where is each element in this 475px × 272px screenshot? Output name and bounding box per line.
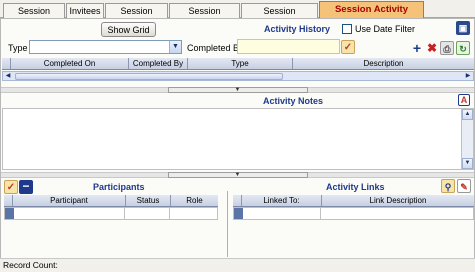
edit-link-icon[interactable]: ✎: [457, 179, 471, 193]
row-selector[interactable]: [5, 208, 14, 219]
row-selector-header: [4, 195, 13, 206]
links-new-row[interactable]: [233, 207, 474, 220]
tab-session-details[interactable]: Session Details: [3, 3, 65, 30]
tab-session-vendors[interactable]: Session Vendors: [105, 3, 168, 30]
use-date-filter-label: Use Date Filter: [355, 24, 416, 34]
remove-participant-icon[interactable]: −: [19, 180, 33, 194]
activity-history-title: Activity History: [264, 24, 331, 34]
completed-by-field[interactable]: [237, 39, 340, 54]
activity-grid-header: Completed On Completed By Type Descripti…: [2, 58, 474, 70]
col-linked-to[interactable]: Linked To:: [242, 195, 322, 206]
record-count-label: Record Count:: [3, 260, 58, 270]
participants-title: Participants: [93, 182, 145, 192]
activity-notes-title: Activity Notes: [263, 96, 324, 106]
col-participant[interactable]: Participant: [13, 195, 126, 206]
save-icon[interactable]: ▣: [456, 21, 470, 35]
row-selector-header: [2, 58, 11, 69]
participants-grid-header: Participant Status Role: [4, 195, 218, 207]
search-link-icon[interactable]: ⚲: [441, 179, 455, 193]
use-date-filter-checkbox[interactable]: [342, 24, 352, 34]
status-bar: Record Count:: [0, 258, 475, 272]
scroll-down-icon[interactable]: ▼: [462, 158, 473, 169]
col-completed-by[interactable]: Completed By: [129, 58, 188, 69]
tab-session-documents[interactable]: Session Documents: [241, 3, 318, 30]
cell-divider: [320, 208, 321, 219]
row-selector-header: [233, 195, 242, 206]
pin-participant-icon[interactable]: ✓: [4, 180, 18, 194]
type-select[interactable]: ▼: [29, 40, 182, 54]
activity-links-title: Activity Links: [326, 182, 385, 192]
add-icon[interactable]: +: [410, 41, 424, 55]
cell-divider: [124, 208, 125, 219]
col-completed-on[interactable]: Completed On: [11, 58, 129, 69]
splitter-top[interactable]: ▼: [1, 87, 474, 93]
tab-session-activity-history[interactable]: Session Activity History: [319, 1, 424, 31]
type-label: Type: [8, 43, 28, 53]
scroll-left-icon[interactable]: ◀: [3, 72, 13, 80]
activity-history-panel: Show Grid Activity History Use Date Filt…: [0, 18, 475, 272]
activity-grid-hscrollbar[interactable]: ◀ ▶: [2, 71, 474, 81]
links-grid-header: Linked To: Link Description: [233, 195, 474, 207]
col-type[interactable]: Type: [188, 58, 293, 69]
spell-check-icon[interactable]: A: [458, 94, 470, 106]
tab-bar: Session Details Invitees Session Vendors…: [0, 0, 475, 31]
chevron-down-icon[interactable]: ▼: [169, 41, 181, 53]
pin-icon[interactable]: ✓: [341, 40, 355, 54]
tab-session-expenses[interactable]: Session Expenses: [169, 3, 240, 30]
scroll-thumb[interactable]: [15, 73, 283, 80]
cell-divider: [169, 208, 170, 219]
delete-icon[interactable]: ✖: [425, 41, 439, 55]
print-icon[interactable]: ⎙: [440, 41, 454, 55]
notes-vscrollbar[interactable]: ▲ ▼: [461, 109, 473, 169]
col-description[interactable]: Description: [293, 58, 474, 69]
chevron-down-icon[interactable]: ▼: [167, 87, 308, 93]
row-selector[interactable]: [234, 208, 243, 219]
activity-notes-textarea[interactable]: ▲ ▼: [2, 108, 474, 170]
chevron-down-icon[interactable]: ▼: [167, 172, 308, 178]
splitter-bottom[interactable]: ▼: [1, 172, 474, 178]
col-role[interactable]: Role: [171, 195, 218, 206]
scroll-right-icon[interactable]: ▶: [463, 72, 473, 80]
col-link-description[interactable]: Link Description: [322, 195, 474, 206]
completed-by-label: Completed By: [187, 43, 244, 53]
show-grid-button[interactable]: Show Grid: [101, 22, 156, 37]
col-status[interactable]: Status: [126, 195, 171, 206]
tab-invitees[interactable]: Invitees: [66, 3, 104, 18]
refresh-icon[interactable]: ↻: [456, 41, 470, 55]
scroll-up-icon[interactable]: ▲: [462, 109, 473, 120]
panel-divider: [227, 191, 228, 257]
participants-new-row[interactable]: [4, 207, 218, 220]
